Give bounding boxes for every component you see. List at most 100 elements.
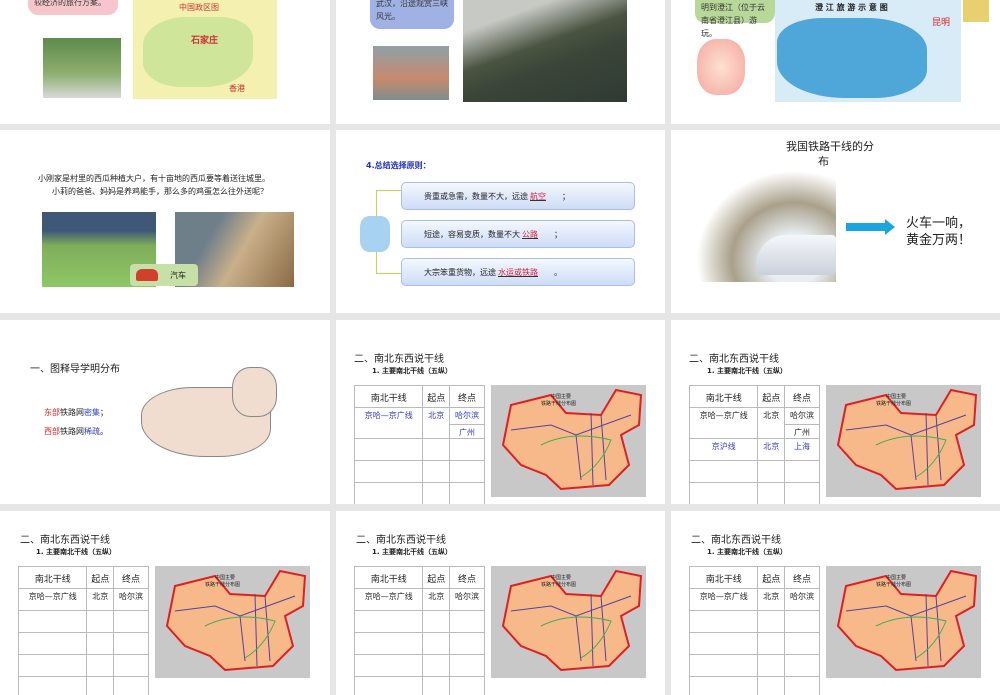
table-header: 终点 [450,567,485,589]
table-cell [690,483,758,505]
table-cell-end [450,655,485,677]
table-cell-end [450,461,485,483]
table-row [690,677,820,695]
table-cell: 北京 [758,408,785,439]
principle-text: 大宗笨重货物，远途 [424,267,496,278]
table-cell: 京哈—京广线 [690,408,758,439]
table-cell [355,655,423,677]
table-row [690,611,820,633]
table-header: 终点 [785,386,820,408]
table-row: 京哈—京广线北京哈尔滨广州 [690,408,820,439]
map-title: 铁路干线分布图 [205,581,240,588]
end-point: 哈尔滨 [785,591,819,602]
section-title: 二、南北东西说干线 [691,531,781,546]
table-row [355,461,485,483]
map-title: 铁路干线分布图 [876,400,911,407]
slide-thumbnail-2[interactable]: 武汉，沿途观赏三峡风光。 [336,0,665,124]
railway-trunk-map-image: 中国主要铁路干线分布图 [491,566,646,678]
table-header: 终点 [785,567,820,589]
table-cell-end: 哈尔滨广州 [450,408,485,439]
table-header: 南北干线 [355,567,423,589]
railway-table: 南北干线起点终点京哈—京广线北京哈尔滨 [689,566,820,695]
table-cell-end: 哈尔滨广州 [785,408,820,439]
table-cell [690,677,758,695]
family-photo [43,38,121,98]
table-header: 起点 [423,386,450,408]
section-subtitle: 1. 主要南北干线（五纵） [707,366,787,376]
table-cell [758,483,785,505]
table-header: 起点 [758,567,785,589]
table-cell [758,677,785,695]
table-header: 终点 [114,567,149,589]
principle-box: 贵重或急需，数量不大，远途航空； [401,182,635,210]
railway-trunk-map-image: 中国主要铁路干线分布图 [491,385,646,497]
slide-thumbnail-7[interactable]: 一、图释导学明分布 东部铁路网密集； 西部铁路网稀疏。 [0,320,330,504]
table-row [690,633,820,655]
arrow-head [885,219,895,235]
table-cell-end: 上海 [785,439,820,461]
table-cell [355,677,423,695]
slide-thumbnail-10[interactable]: 二、南北东西说干线1. 主要南北干线（五纵）南北干线起点终点京哈—京广线北京哈尔… [0,511,330,695]
map-title: 铁路干线分布图 [541,400,576,407]
table-cell-end [785,483,820,505]
map-title: 铁路干线分布图 [541,581,576,588]
table-cell [423,461,450,483]
speech-bubble: 武汉，沿途观赏三峡风光。 [370,0,454,29]
principle-text: 贵重或急需，数量不大，远途 [424,191,528,202]
slide-thumbnail-4[interactable]: 小刚家是村里的西瓜种植大户，有十亩地的西瓜要等着送往城里。 小莉的爸爸、妈妈是养… [0,130,330,313]
end-point: 广州 [450,424,484,438]
table-cell [758,633,785,655]
map-title: 铁路干线分布图 [876,581,911,588]
table-cell-end [114,633,149,655]
table-row [690,461,820,483]
table-cell [355,611,423,633]
slide-thumbnail-6[interactable]: 我国铁路干线的分 布 火车一响， 黄金万两！ [671,130,1000,313]
family-cartoon [697,39,745,95]
table-cell [690,655,758,677]
table-cell-end [114,655,149,677]
end-point: 哈尔滨 [450,410,484,421]
railway-table: 南北干线起点终点京哈—京广线北京哈尔滨广州京沪线北京上海 [689,385,820,504]
map-title: 中国主要 [886,574,906,581]
table-row [690,483,820,505]
end-point: 哈尔滨 [785,410,819,421]
table-cell [19,611,87,633]
table-cell [758,655,785,677]
map-title: 中国主要 [551,574,571,581]
slide-thumbnail-12[interactable]: 二、南北东西说干线1. 主要南北干线（五纵）南北干线起点终点京哈—京广线北京哈尔… [671,511,1000,695]
table-cell-end [114,611,149,633]
slide-thumbnail-5[interactable]: 4.总结选择原则： 贵重或急需，数量不大，远途航空；短途，容易变质，数量不大公路… [336,130,665,313]
table-cell [690,461,758,483]
three-gorges-photo [463,0,627,102]
principle-end: ； [562,191,570,202]
principle-box: 大宗笨重货物，远途水运或铁路。 [401,258,635,286]
table-row [355,655,485,677]
table-cell-end [785,655,820,677]
table-cell-end [450,439,485,461]
end-point: 广州 [785,424,819,438]
table-cell: 京哈—京广线 [355,408,423,439]
table-row [355,611,485,633]
table-row [355,439,485,461]
table-row [19,655,149,677]
slide-thumbnail-11[interactable]: 二、南北东西说干线1. 主要南北干线（五纵）南北干线起点终点京哈—京广线北京哈尔… [336,511,665,695]
section-subtitle: 1. 主要南北干线（五纵） [36,547,116,557]
table-cell-end [450,633,485,655]
table-cell [423,655,450,677]
slide-thumbnail-8[interactable]: 二、南北东西说干线1. 主要南北干线（五纵）南北干线起点终点京哈—京广线北京哈尔… [336,320,665,504]
table-header: 起点 [758,386,785,408]
slide-thumbnail-1[interactable]: 较经济的旅行方案。 中国政区图 石家庄 香港 [0,0,330,124]
table-cell [87,633,114,655]
table-cell [87,611,114,633]
table-row: 京沪线北京上海 [690,439,820,461]
table-header: 起点 [423,567,450,589]
table-cell [758,461,785,483]
slide-thumbnail-9[interactable]: 二、南北东西说干线1. 主要南北干线（五纵）南北干线起点终点京哈—京广线北京哈尔… [671,320,1000,504]
table-row [690,655,820,677]
table-cell: 京沪线 [690,439,758,461]
arrow-right-icon [846,223,886,231]
table-cell-end [450,483,485,505]
principle-answer: 公路 [522,229,552,240]
chengjiang-map-image: 澄 江 旅 游 示 意 图 昆明 [775,0,961,102]
slide-thumbnail-3[interactable]: 明到澄江（位于云南省澄江县）游玩。 澄 江 旅 游 示 意 图 昆明 [671,0,1000,124]
